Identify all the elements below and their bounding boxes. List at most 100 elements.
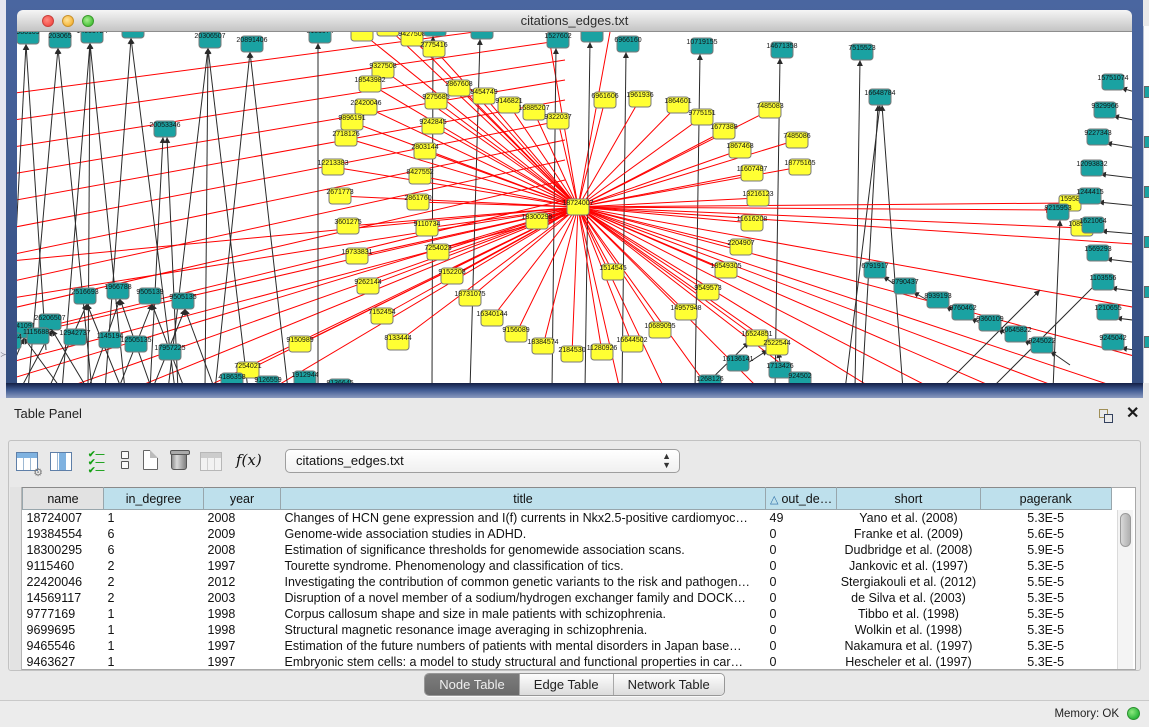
graph-edge[interactable] — [578, 207, 935, 383]
table-cell[interactable]: 2009 — [204, 526, 281, 542]
table-cell[interactable]: 5.9E-5 — [980, 542, 1111, 558]
graph-edge[interactable] — [578, 207, 1125, 383]
table-cell[interactable]: 6 — [104, 526, 204, 542]
table-cell[interactable]: 5.3E-5 — [980, 606, 1111, 622]
table-cell[interactable]: Hescheler et al. (1997) — [837, 654, 981, 670]
table-cell[interactable]: Changes of HCN gene expression and I(f) … — [281, 510, 766, 527]
graph-edge[interactable] — [185, 309, 215, 383]
graph-node[interactable] — [377, 32, 399, 36]
graph-edge[interactable] — [432, 36, 433, 383]
table-select-combo[interactable]: citations_edges.txt ▲▼ — [285, 449, 680, 473]
table-cell[interactable]: 2012 — [204, 574, 281, 590]
table-cell[interactable]: 1 — [104, 638, 204, 654]
graph-edge[interactable] — [17, 100, 565, 203]
table-cell[interactable]: 18724007 — [23, 510, 104, 527]
table-cell[interactable]: 2 — [104, 574, 204, 590]
scrollbar-thumb[interactable] — [1120, 513, 1131, 547]
network-graph-canvas[interactable]: 8913954242260839427508277541693275081854… — [17, 32, 1132, 383]
table-cell[interactable]: 2008 — [204, 510, 281, 527]
table-cell[interactable]: 5.3E-5 — [980, 654, 1111, 670]
graph-edge[interactable] — [205, 48, 208, 383]
graph-edge[interactable] — [1100, 174, 1132, 180]
column-header-short[interactable]: short — [837, 488, 981, 510]
graph-edge[interactable] — [1053, 220, 1060, 383]
table-cell[interactable]: 2008 — [204, 542, 281, 558]
table-cell[interactable]: Dudbridge et al. (2008) — [837, 542, 981, 558]
column-header-pagerank[interactable]: pagerank — [980, 488, 1111, 510]
graph-edge[interactable] — [1098, 202, 1132, 207]
table-row[interactable]: 946362711997Embryonic stem cells: a mode… — [23, 654, 1112, 670]
table-cell[interactable]: Stergiakouli et al. (2012) — [837, 574, 981, 590]
column-header-name[interactable]: name — [23, 488, 104, 510]
table-cell[interactable]: Estimation of significance thresholds fo… — [281, 542, 766, 558]
graph-edge[interactable] — [578, 207, 686, 312]
table-cell[interactable]: Tourette syndrome. Phenomenology and cla… — [281, 558, 766, 574]
table-cell[interactable]: Jankovic et al. (1997) — [837, 558, 981, 574]
graph-edge[interactable] — [855, 60, 860, 383]
table-cell[interactable]: 9463627 — [23, 654, 104, 670]
table-cell[interactable]: 2 — [104, 590, 204, 606]
table-row[interactable]: 969969511998Structural magnetic resonanc… — [23, 622, 1112, 638]
graph-edge[interactable] — [882, 105, 903, 383]
create-table-button[interactable] — [138, 448, 166, 476]
table-row[interactable]: 1456911722003Disruption of a novel membe… — [23, 590, 1112, 606]
column-header-out_de[interactable]: △out_de… — [766, 488, 837, 510]
table-cell[interactable]: Nakamura et al. (1997) — [837, 638, 981, 654]
table-cell[interactable]: 1 — [104, 606, 204, 622]
table-cell[interactable]: 5.3E-5 — [980, 510, 1111, 527]
graph-edge[interactable] — [578, 207, 708, 292]
table-cell[interactable]: 1 — [104, 622, 204, 638]
table-cell[interactable]: 0 — [766, 574, 837, 590]
table-cell[interactable]: 9465546 — [23, 638, 104, 654]
table-cell[interactable]: 5.3E-5 — [980, 638, 1111, 654]
table-cell[interactable]: 1 — [104, 654, 204, 670]
function-builder-button[interactable]: f(x) — [234, 448, 262, 476]
vertical-scrollbar[interactable] — [1117, 510, 1133, 669]
table-cell[interactable]: Estimation of the future numbers of pati… — [281, 638, 766, 654]
table-cell[interactable]: 1997 — [204, 654, 281, 670]
table-cell[interactable]: 2 — [104, 558, 204, 574]
graph-edge[interactable] — [208, 48, 248, 383]
graph-edge[interactable] — [1050, 351, 1070, 365]
graph-edge[interactable] — [17, 140, 565, 257]
table-cell[interactable]: 9699695 — [23, 622, 104, 638]
table-row[interactable]: 946554611997Estimation of the future num… — [23, 638, 1112, 654]
table-cell[interactable]: 1998 — [204, 606, 281, 622]
table-cell[interactable]: 5.5E-5 — [980, 574, 1111, 590]
table-cell[interactable]: Disruption of a novel member of a sodium… — [281, 590, 766, 606]
graph-edge[interactable] — [862, 105, 878, 383]
table-row[interactable]: 911546021997Tourette syndrome. Phenomeno… — [23, 558, 1112, 574]
table-cell[interactable]: Embryonic stem cells: a model to study s… — [281, 654, 766, 670]
select-all-rows-button[interactable]: ✔—✔—✔— — [84, 448, 112, 476]
table-cell[interactable]: 5.3E-5 — [980, 558, 1111, 574]
column-header-title[interactable]: title — [281, 488, 766, 510]
table-cell[interactable]: Investigating the contribution of common… — [281, 574, 766, 590]
table-cell[interactable]: 1997 — [204, 638, 281, 654]
graph-edge[interactable] — [578, 150, 740, 207]
table-cell[interactable]: 2003 — [204, 590, 281, 606]
table-cell[interactable]: 1 — [104, 510, 204, 527]
table-cell[interactable]: 0 — [766, 654, 837, 670]
tab-edge-table[interactable]: Edge Table — [519, 674, 613, 695]
table-cell[interactable]: 0 — [766, 590, 837, 606]
table-cell[interactable]: Structural magnetic resonance image aver… — [281, 622, 766, 638]
table-cell[interactable]: Corpus callosum shape and size in male p… — [281, 606, 766, 622]
table-cell[interactable]: 5.6E-5 — [980, 526, 1111, 542]
graph-node[interactable] — [424, 32, 446, 36]
table-row[interactable]: 977716911998Corpus callosum shape and si… — [23, 606, 1112, 622]
table-cell[interactable]: 0 — [766, 606, 837, 622]
graph-edge[interactable] — [1106, 143, 1132, 150]
table-cell[interactable]: Genome-wide association studies in ADHD. — [281, 526, 766, 542]
table-cell[interactable]: 18300295 — [23, 542, 104, 558]
graph-edge[interactable] — [200, 207, 578, 383]
graph-edge[interactable] — [1101, 231, 1132, 235]
table-cell[interactable]: 0 — [766, 638, 837, 654]
table-cell[interactable]: 0 — [766, 558, 837, 574]
table-cell[interactable]: Yano et al. (2008) — [837, 510, 981, 527]
table-cell[interactable]: 0 — [766, 622, 837, 638]
table-cell[interactable]: Wolkin et al. (1998) — [837, 622, 981, 638]
table-cell[interactable]: 9115460 — [23, 558, 104, 574]
column-header-year[interactable]: year — [204, 488, 281, 510]
table-row[interactable]: 1830029562008Estimation of significance … — [23, 542, 1112, 558]
table-cell[interactable]: 0 — [766, 542, 837, 558]
